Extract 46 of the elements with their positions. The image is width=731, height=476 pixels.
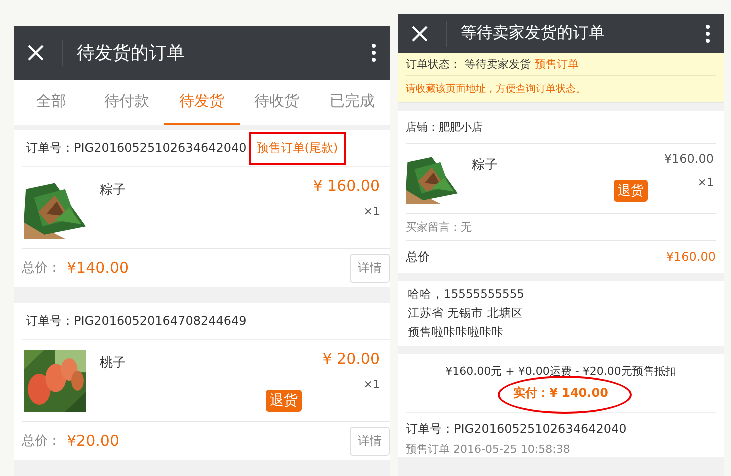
detail-button[interactable]: 详情 bbox=[350, 426, 390, 456]
order-number: 订单号：PIG20160525102634642040 bbox=[26, 140, 247, 156]
quantity: ×1 bbox=[698, 176, 714, 189]
total-label: 总价： bbox=[22, 433, 61, 450]
tab[interactable]: 待收货 bbox=[240, 80, 315, 125]
order-time: 预售订单 2016-05-25 10:58:38 bbox=[406, 442, 572, 457]
tab[interactable]: 已完成 bbox=[314, 80, 390, 125]
window-title: 待发货的订单 bbox=[77, 42, 186, 65]
notice-text: 请收藏该页面地址，方便查询订单状态。 bbox=[406, 82, 587, 97]
price: ¥ 160.00 bbox=[313, 177, 380, 195]
tab[interactable]: 待发货 bbox=[164, 80, 240, 125]
return-button[interactable]: 退货 bbox=[266, 390, 302, 412]
paid-amount: 实付：¥ 140.00 bbox=[514, 385, 608, 402]
buyer-message: 买家留言：无 bbox=[406, 214, 716, 241]
quantity: ×1 bbox=[364, 378, 380, 391]
address-line: 预售啦咔咔啦咔咔 bbox=[408, 325, 505, 340]
price: ¥ 20.00 bbox=[322, 350, 380, 368]
return-button[interactable]: 退货 bbox=[614, 180, 648, 202]
total-label: 总价 bbox=[406, 248, 430, 266]
close-icon[interactable] bbox=[412, 26, 428, 42]
address-line: 江苏省 无锡市 北塘区 bbox=[408, 306, 524, 321]
order-tag: 预售订单 bbox=[535, 56, 579, 72]
total-price: ¥140.00 bbox=[67, 259, 130, 277]
product-name: 桃子 bbox=[100, 355, 126, 372]
tab[interactable]: 待付款 bbox=[89, 80, 164, 125]
shop-name: 店铺：肥肥小店 bbox=[406, 111, 716, 144]
product-name: 粽子 bbox=[472, 157, 498, 174]
order-number: 订单号：PIG20160520164708244649 bbox=[26, 312, 247, 330]
more-icon[interactable] bbox=[706, 24, 710, 42]
detail-button[interactable]: 详情 bbox=[350, 254, 390, 282]
total-price: ¥20.00 bbox=[67, 432, 120, 450]
price-summary: ¥160.00元 + ¥0.00运费 - ¥20.00元预售抵扣 bbox=[444, 364, 678, 379]
highlighted-order-tag: 预售订单(尾款) bbox=[248, 132, 346, 164]
status-label: 订单状态： bbox=[406, 56, 461, 72]
price: ¥160.00 bbox=[664, 152, 714, 166]
product-name: 粽子 bbox=[100, 182, 126, 199]
total-price: ¥160.00 bbox=[666, 250, 716, 264]
total-label: 总价： bbox=[22, 260, 61, 277]
order-status: 等待卖家发货 bbox=[465, 56, 531, 72]
address-line: 哈哈，15555555555 bbox=[408, 287, 526, 302]
window-title: 等待卖家发货的订单 bbox=[461, 23, 606, 44]
more-icon[interactable] bbox=[372, 44, 376, 62]
order-number: 订单号：PIG20160525102634642040 bbox=[406, 412, 716, 438]
tab[interactable]: 全部 bbox=[14, 80, 90, 125]
close-icon[interactable] bbox=[28, 45, 44, 61]
quantity: ×1 bbox=[364, 205, 380, 218]
